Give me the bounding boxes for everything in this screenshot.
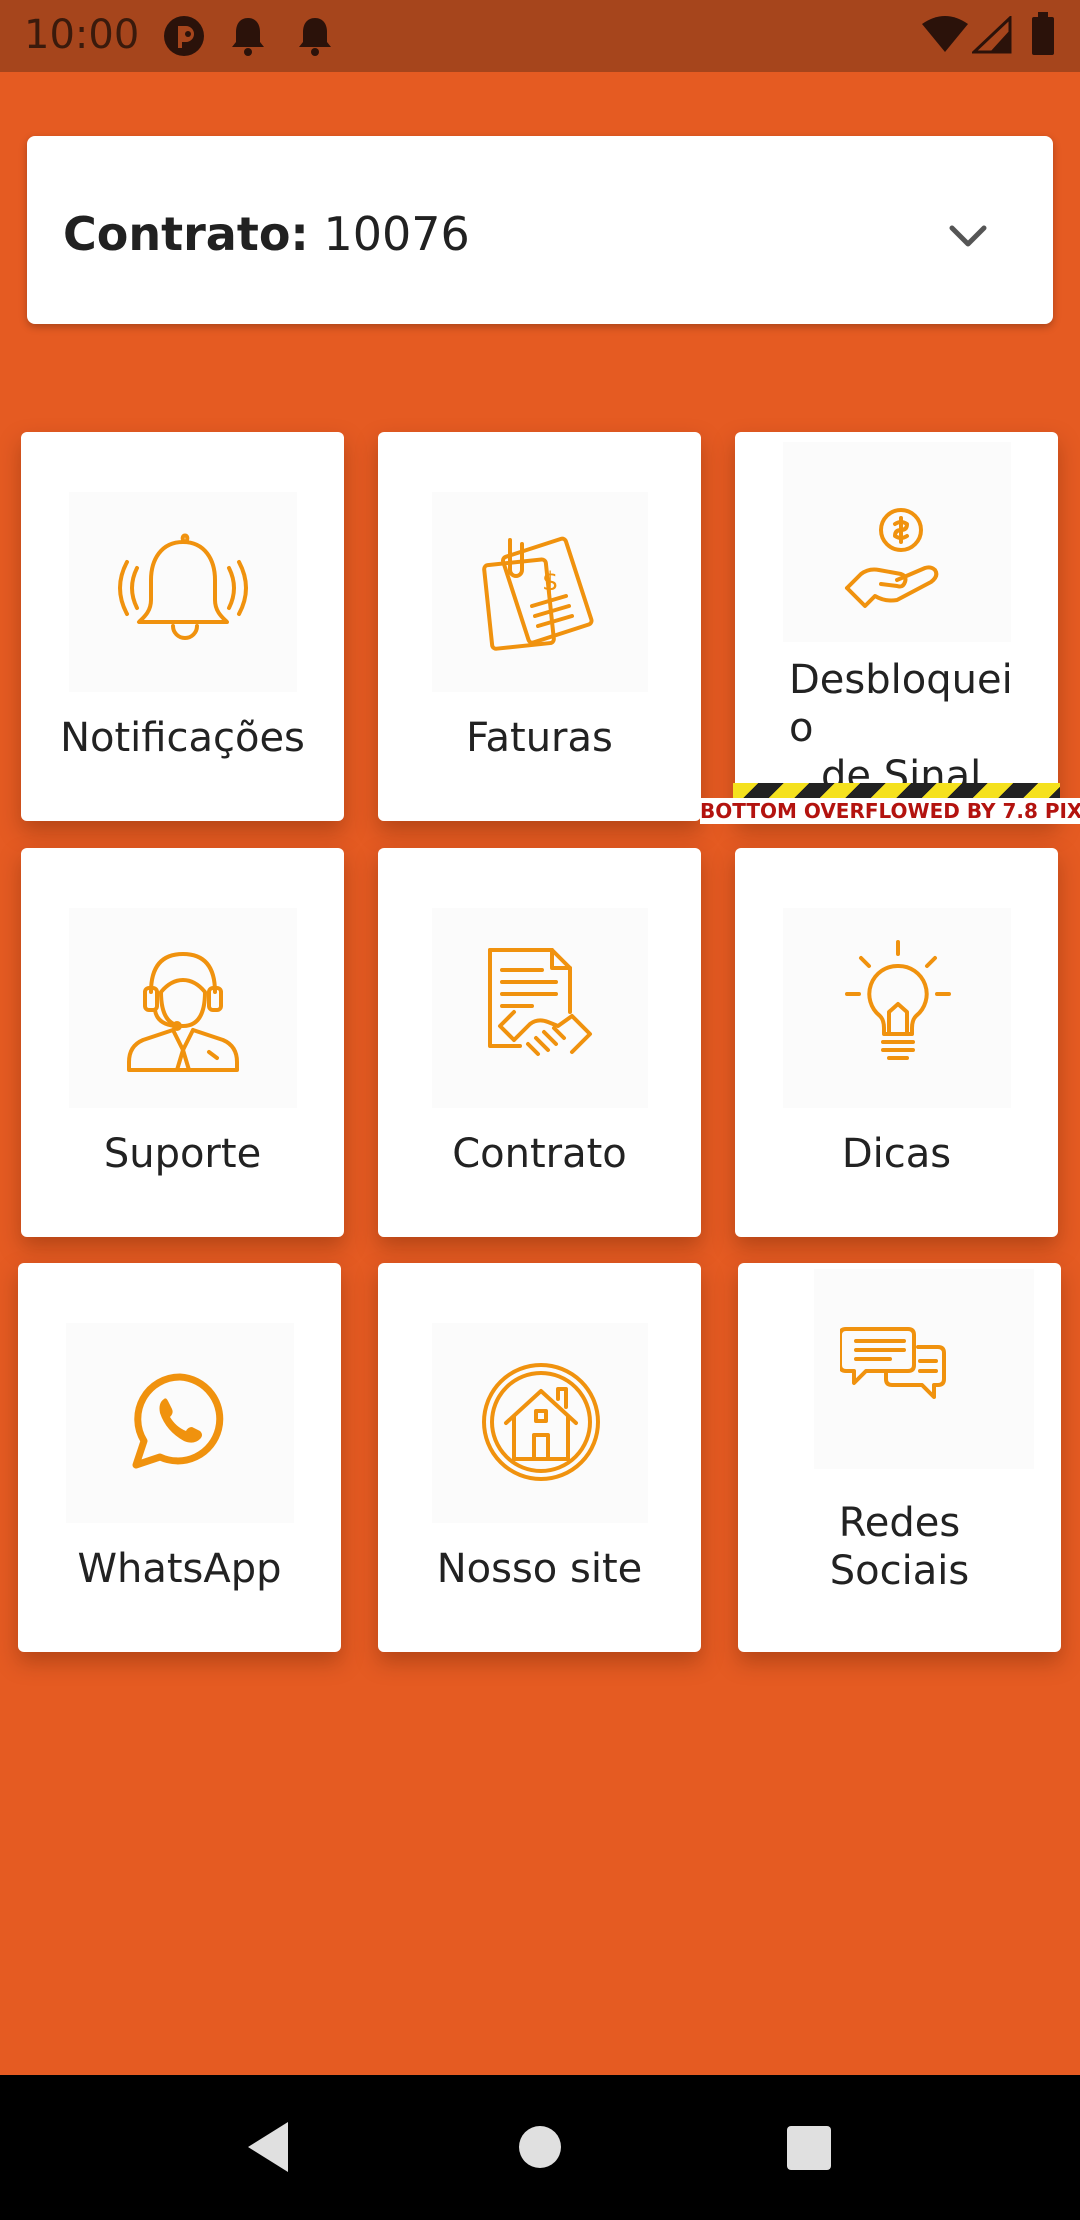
whatsapp-icon bbox=[132, 1373, 224, 1469]
overflow-warning-text: BOTTOM OVERFLOWED BY 7.8 PIXELS bbox=[700, 798, 1080, 824]
contract-number: 10076 bbox=[323, 207, 470, 261]
bell-icon bbox=[295, 14, 335, 58]
house-icon bbox=[482, 1363, 600, 1481]
icon-box bbox=[69, 492, 297, 692]
tile-label: Dicas bbox=[841, 1131, 952, 1177]
hand-coin-icon bbox=[845, 508, 939, 608]
status-time: 10:00 bbox=[24, 12, 140, 58]
navigation-bar bbox=[0, 2075, 1080, 2220]
tile-notificacoes[interactable]: Notificações bbox=[21, 432, 344, 821]
signal-icon bbox=[972, 16, 1012, 54]
status-bar: 10:00 bbox=[0, 0, 1080, 72]
tile-faturas[interactable]: $ Faturas bbox=[378, 432, 701, 821]
icon-box bbox=[66, 1323, 294, 1523]
contract-label: Contrato: 10076 bbox=[63, 207, 470, 261]
tile-whatsapp[interactable]: WhatsApp bbox=[18, 1263, 341, 1652]
invoice-icon: $ bbox=[482, 536, 594, 651]
tile-label: Notificações bbox=[60, 715, 305, 761]
recents-icon[interactable] bbox=[786, 2125, 832, 2176]
icon-box: $ bbox=[432, 492, 648, 692]
overflow-warning-stripe bbox=[733, 783, 1060, 799]
icon-box bbox=[69, 908, 297, 1108]
icon-box bbox=[814, 1269, 1034, 1469]
back-icon[interactable] bbox=[244, 2120, 292, 2179]
support-agent-icon bbox=[127, 952, 239, 1072]
tile-label: WhatsApp bbox=[77, 1546, 282, 1592]
wifi-icon bbox=[920, 16, 970, 54]
tile-label: Contrato bbox=[452, 1131, 627, 1177]
icon-box bbox=[432, 908, 648, 1108]
app-notification-icon bbox=[162, 14, 206, 58]
tile-contrato[interactable]: Contrato bbox=[378, 848, 701, 1237]
tile-label-line: Redes bbox=[838, 1500, 961, 1546]
chat-bubbles-icon bbox=[840, 1327, 946, 1399]
tile-label: Redes Sociais bbox=[738, 1499, 1061, 1595]
tile-suporte[interactable]: Suporte bbox=[21, 848, 344, 1237]
contract-label-prefix: Contrato: bbox=[63, 207, 309, 261]
icon-box bbox=[432, 1323, 648, 1523]
lightbulb-icon bbox=[845, 940, 951, 1060]
tile-dicas[interactable]: Dicas bbox=[735, 848, 1058, 1237]
tile-label: Nosso site bbox=[436, 1546, 643, 1592]
tile-label-line: Desbloquei bbox=[789, 657, 1013, 703]
bell-icon bbox=[228, 14, 268, 58]
home-icon[interactable] bbox=[518, 2125, 562, 2174]
tile-label-line: o bbox=[789, 705, 814, 751]
tile-desbloqueio-de-sinal[interactable]: Desbloquei o de Sinal bbox=[735, 432, 1058, 821]
tile-label: Suporte bbox=[103, 1131, 262, 1177]
icon-box bbox=[783, 908, 1011, 1108]
chevron-down-icon[interactable] bbox=[946, 222, 990, 257]
tile-redes-sociais[interactable]: Redes Sociais bbox=[738, 1263, 1061, 1652]
tile-nosso-site[interactable]: Nosso site bbox=[378, 1263, 701, 1652]
svg-text:$: $ bbox=[542, 567, 559, 597]
icon-box bbox=[783, 442, 1011, 642]
battery-icon bbox=[1030, 12, 1056, 56]
bell-ringing-icon bbox=[118, 533, 248, 640]
tile-label-line: Sociais bbox=[829, 1548, 970, 1594]
tile-label: Desbloquei o de Sinal bbox=[789, 656, 1049, 800]
tile-label: Faturas bbox=[466, 715, 613, 761]
contract-handshake-icon bbox=[488, 948, 592, 1056]
